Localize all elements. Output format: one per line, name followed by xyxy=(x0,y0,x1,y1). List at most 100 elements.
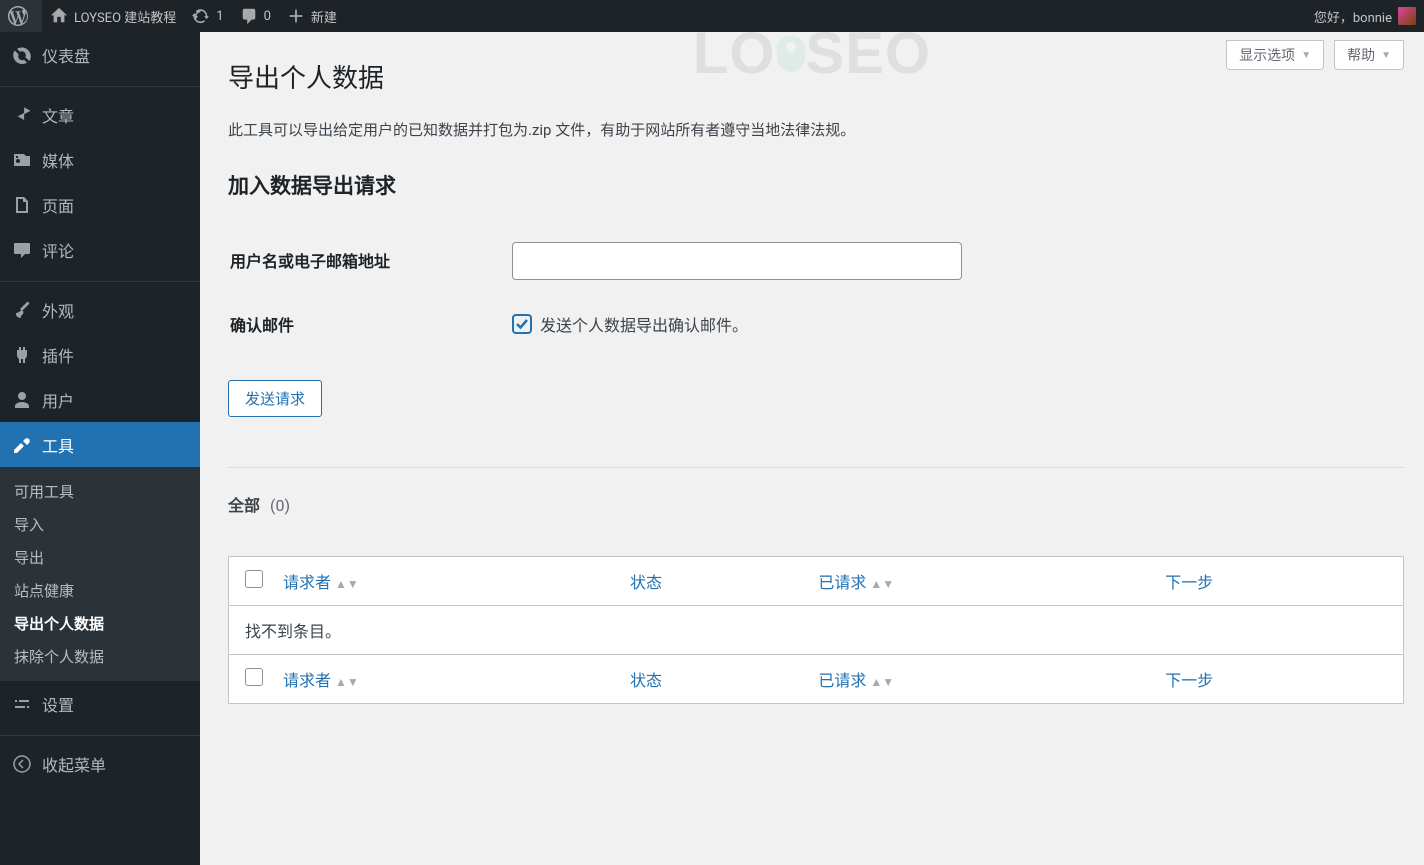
wp-logo[interactable] xyxy=(0,0,42,32)
screen-options-label: 显示选项 xyxy=(1239,45,1295,65)
send-request-button[interactable]: 发送请求 xyxy=(228,380,322,417)
screen-meta-links: 显示选项 ▼ 帮助 ▼ xyxy=(1226,40,1404,70)
col-requester-label: 请求者 xyxy=(283,671,331,690)
col-requester-label: 请求者 xyxy=(283,573,331,592)
menu-comments-label: 评论 xyxy=(42,238,74,262)
menu-posts[interactable]: 文章 xyxy=(0,92,200,137)
menu-pages-label: 页面 xyxy=(42,193,74,217)
new-content-link[interactable]: 新建 xyxy=(279,0,345,32)
sidebar: 仪表盘 文章 媒体 页面 评论 外观 插件 用户 工具 可用工具 导入 导出 站… xyxy=(0,32,200,865)
separator xyxy=(0,731,200,736)
plugin-icon xyxy=(12,345,32,365)
admin-bar: LOYSEO 建站教程 1 0 新建 您好，bonnie xyxy=(0,0,1424,32)
col-requested-label: 已请求 xyxy=(818,573,866,592)
table-footer-row: 请求者 ▲▼ 状态 已请求 ▲▼ 下一步 xyxy=(229,655,1404,704)
submenu-import[interactable]: 导入 xyxy=(0,508,200,541)
help-button[interactable]: 帮助 ▼ xyxy=(1334,40,1404,70)
no-items-text: 找不到条目。 xyxy=(229,606,1404,655)
comment-icon xyxy=(240,7,258,25)
col-requested-label: 已请求 xyxy=(818,671,866,690)
col-requested-footer[interactable]: 已请求 ▲▼ xyxy=(808,655,1155,704)
filter-all-count: (0) xyxy=(270,496,290,515)
collapse-icon xyxy=(12,754,32,774)
menu-collapse[interactable]: 收起菜单 xyxy=(0,741,200,786)
account-link[interactable]: 您好，bonnie xyxy=(1306,0,1424,32)
site-name-text: LOYSEO 建站教程 xyxy=(74,7,176,26)
comment-icon xyxy=(12,240,32,260)
separator xyxy=(0,82,200,87)
updates-count: 1 xyxy=(216,9,223,24)
content-area: LOSEO 显示选项 ▼ 帮助 ▼ 导出个人数据 此工具可以导出给定用户的已知数… xyxy=(200,0,1424,865)
triangle-down-icon: ▼ xyxy=(1381,50,1391,61)
menu-users[interactable]: 用户 xyxy=(0,377,200,422)
col-status-footer: 状态 xyxy=(620,655,808,704)
new-label: 新建 xyxy=(311,7,337,26)
menu-settings[interactable]: 设置 xyxy=(0,681,200,726)
select-all-checkbox-footer[interactable] xyxy=(245,668,263,686)
page-icon xyxy=(12,195,32,215)
menu-dashboard-label: 仪表盘 xyxy=(42,43,90,67)
menu-tools-label: 工具 xyxy=(42,433,74,457)
filter-all-link[interactable]: 全部 xyxy=(228,496,260,515)
col-next-footer: 下一步 xyxy=(1155,655,1403,704)
submenu-erase-personal-data[interactable]: 抹除个人数据 xyxy=(0,640,200,673)
screen-options-button[interactable]: 显示选项 ▼ xyxy=(1226,40,1324,70)
col-requester[interactable]: 请求者 ▲▼ xyxy=(273,557,620,606)
confirm-text: 发送个人数据导出确认邮件。 xyxy=(540,312,748,336)
col-status: 状态 xyxy=(620,557,808,606)
menu-tools[interactable]: 工具 xyxy=(0,422,200,467)
menu-plugins-label: 插件 xyxy=(42,343,74,367)
menu-appearance[interactable]: 外观 xyxy=(0,287,200,332)
media-icon xyxy=(12,150,32,170)
table-header-row: 请求者 ▲▼ 状态 已请求 ▲▼ 下一步 xyxy=(229,557,1404,606)
sort-icon: ▲▼ xyxy=(335,577,359,591)
submenu-export-personal-data[interactable]: 导出个人数据 xyxy=(0,607,200,640)
refresh-icon xyxy=(192,7,210,25)
divider xyxy=(228,467,1404,468)
username-label: 用户名或电子邮箱地址 xyxy=(230,230,500,292)
menu-media[interactable]: 媒体 xyxy=(0,137,200,182)
menu-dashboard[interactable]: 仪表盘 xyxy=(0,32,200,77)
menu-pages[interactable]: 页面 xyxy=(0,182,200,227)
triangle-down-icon: ▼ xyxy=(1301,50,1311,61)
filter-links: 全部 (0) xyxy=(228,492,1404,516)
select-all-checkbox[interactable] xyxy=(245,570,263,588)
checkbox-checked-icon xyxy=(512,314,532,334)
help-label: 帮助 xyxy=(1347,45,1375,65)
brush-icon xyxy=(12,300,32,320)
settings-icon xyxy=(12,694,32,714)
col-requester-footer[interactable]: 请求者 ▲▼ xyxy=(273,655,620,704)
separator xyxy=(0,277,200,282)
home-icon xyxy=(50,7,68,25)
plus-icon xyxy=(287,7,305,25)
section-title: 加入数据导出请求 xyxy=(228,170,1404,200)
confirm-label: 确认邮件 xyxy=(230,294,500,354)
username-input[interactable] xyxy=(512,242,962,280)
site-name-link[interactable]: LOYSEO 建站教程 xyxy=(42,0,184,32)
tools-submenu: 可用工具 导入 导出 站点健康 导出个人数据 抹除个人数据 xyxy=(0,467,200,681)
menu-media-label: 媒体 xyxy=(42,148,74,172)
requests-table: 请求者 ▲▼ 状态 已请求 ▲▼ 下一步 找不到条目。 请求者 ▲▼ 状态 已请求 ▲▼… xyxy=(228,556,1404,704)
menu-plugins[interactable]: 插件 xyxy=(0,332,200,377)
no-items-row: 找不到条目。 xyxy=(229,606,1404,655)
sort-icon: ▲▼ xyxy=(335,675,359,689)
updates-link[interactable]: 1 xyxy=(184,0,231,32)
wrench-icon xyxy=(12,435,32,455)
sort-icon: ▲▼ xyxy=(870,577,894,591)
menu-posts-label: 文章 xyxy=(42,103,74,127)
submenu-available-tools[interactable]: 可用工具 xyxy=(0,475,200,508)
menu-appearance-label: 外观 xyxy=(42,298,74,322)
submenu-export[interactable]: 导出 xyxy=(0,541,200,574)
menu-comments[interactable]: 评论 xyxy=(0,227,200,272)
menu-settings-label: 设置 xyxy=(42,692,74,716)
submenu-site-health[interactable]: 站点健康 xyxy=(0,574,200,607)
comments-count: 0 xyxy=(264,9,271,24)
user-icon xyxy=(12,390,32,410)
comments-link[interactable]: 0 xyxy=(232,0,279,32)
col-next: 下一步 xyxy=(1155,557,1403,606)
col-requested[interactable]: 已请求 ▲▼ xyxy=(808,557,1155,606)
pin-icon xyxy=(12,105,32,125)
confirm-checkbox-wrap[interactable]: 发送个人数据导出确认邮件。 xyxy=(512,312,1392,336)
sort-icon: ▲▼ xyxy=(870,675,894,689)
form-table: 用户名或电子邮箱地址 确认邮件 发送个人数据导出确认邮件。 xyxy=(228,228,1404,356)
